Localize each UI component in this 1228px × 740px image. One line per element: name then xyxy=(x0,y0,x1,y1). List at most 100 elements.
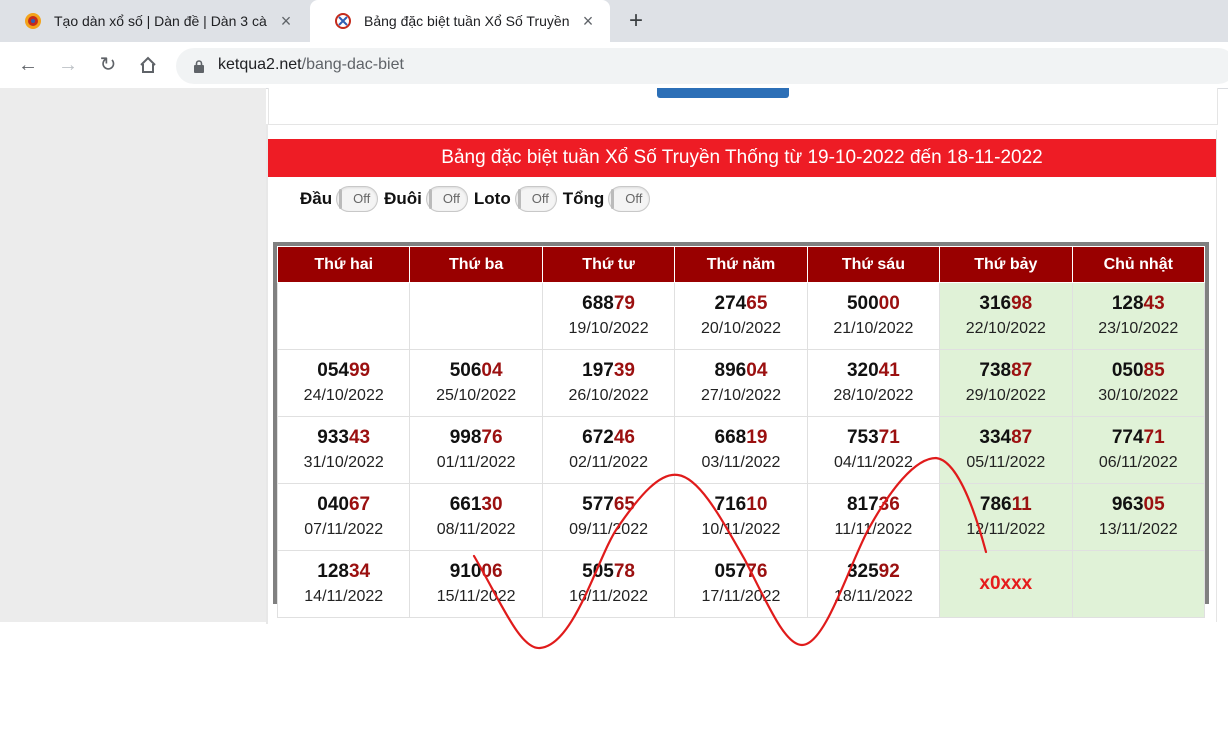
number-tail: 41 xyxy=(878,360,900,381)
draw-date: 24/10/2022 xyxy=(303,387,384,404)
result-cell: 93343 31/10/2022 xyxy=(276,416,411,484)
result-cell xyxy=(276,282,411,350)
draw-date: 14/11/2022 xyxy=(304,588,384,605)
draw-date: 07/11/2022 xyxy=(304,521,384,538)
number-head: 774 xyxy=(1111,427,1144,448)
number-tail: 99 xyxy=(348,360,371,381)
draw-date: 30/10/2022 xyxy=(1098,387,1179,404)
special-number: 33487 xyxy=(941,425,1070,451)
number-head: 500 xyxy=(846,293,879,314)
draw-date: 28/10/2022 xyxy=(833,387,914,404)
special-number: 75371 xyxy=(809,425,938,451)
pending-result: x0xxx xyxy=(979,573,1033,594)
result-cell: 89604 27/10/2022 xyxy=(674,349,808,417)
special-number: 32592 xyxy=(809,559,938,585)
result-cell: 66819 03/11/2022 xyxy=(674,416,808,484)
number-head: 128 xyxy=(1111,293,1144,314)
toggle-duoi-switch[interactable]: Off xyxy=(425,186,468,212)
toggle-label-tong: Tổng xyxy=(562,189,605,208)
new-tab-button[interactable]: + xyxy=(624,9,648,33)
result-cell: 50578 16/11/2022 xyxy=(541,550,676,618)
number-tail: 05 xyxy=(1143,494,1165,515)
result-cell: 32041 28/10/2022 xyxy=(806,349,941,417)
content-divider xyxy=(1216,130,1217,622)
tab-bang-dac-biet[interactable]: Bảng đặc biệt tuần Xổ Số Truyền × xyxy=(310,0,610,42)
draw-date: 29/10/2022 xyxy=(965,387,1046,404)
number-tail: 34 xyxy=(348,561,371,582)
number-tail: 06 xyxy=(481,561,503,582)
special-number: 66130 xyxy=(411,492,540,518)
special-number: 50604 xyxy=(411,358,540,384)
toggle-loto-switch[interactable]: Off xyxy=(514,186,557,212)
number-tail: 65 xyxy=(746,293,768,314)
result-cell: 68879 19/10/2022 xyxy=(541,282,676,350)
number-tail: 11 xyxy=(1011,494,1032,515)
draw-date: 23/10/2022 xyxy=(1098,320,1179,337)
page-title-banner: Bảng đặc biệt tuần Xổ Số Truyền Thống từ… xyxy=(268,139,1216,177)
number-head: 738 xyxy=(979,360,1012,381)
close-tab-icon[interactable]: × xyxy=(276,11,296,31)
result-cell: 27465 20/10/2022 xyxy=(674,282,808,350)
draw-date: 27/10/2022 xyxy=(700,387,782,404)
number-head: 753 xyxy=(846,427,879,448)
toggle-tong-switch[interactable]: Off xyxy=(608,186,651,212)
special-number: 96305 xyxy=(1074,492,1203,518)
draw-date: 26/10/2022 xyxy=(568,387,649,404)
tab-strip: Tạo dàn xổ số | Dàn đề | Dàn 3 cà × Bảng… xyxy=(0,0,1228,42)
blue-button[interactable] xyxy=(657,88,789,98)
draw-date: 20/10/2022 xyxy=(700,320,782,337)
number-tail: 30 xyxy=(481,494,503,515)
number-head: 197 xyxy=(582,360,614,381)
column-header: Chủ nhật xyxy=(1071,246,1206,283)
toggle-state: Off xyxy=(625,191,643,206)
result-cell: 96305 13/11/2022 xyxy=(1071,483,1206,551)
lock-icon xyxy=(194,60,204,73)
back-arrow-icon[interactable]: ← xyxy=(16,53,40,77)
special-number: 50578 xyxy=(544,559,673,585)
url-domain: ketqua2.net xyxy=(218,56,302,73)
draw-date: 15/11/2022 xyxy=(436,588,516,605)
forward-arrow-icon[interactable]: → xyxy=(56,53,80,77)
special-number: 05085 xyxy=(1074,358,1203,384)
number-tail: 04 xyxy=(481,360,503,381)
tab-tao-dan-xo-so[interactable]: Tạo dàn xổ số | Dàn đề | Dàn 3 cà × xyxy=(0,0,308,42)
close-tab-icon[interactable]: × xyxy=(578,11,598,31)
number-tail: 04 xyxy=(746,360,768,381)
draw-date: 02/11/2022 xyxy=(569,454,648,471)
special-number: 78611 xyxy=(941,492,1070,518)
url-path: /bang-dac-biet xyxy=(301,56,404,73)
switch-knob xyxy=(428,189,432,209)
result-cell: 77471 06/11/2022 xyxy=(1071,416,1206,484)
number-head: 274 xyxy=(714,293,747,314)
toggle-state: Off xyxy=(353,191,371,206)
result-cell: 12843 23/10/2022 xyxy=(1071,282,1206,350)
number-head: 040 xyxy=(317,494,349,515)
table-body: 68879 19/10/2022 27465 20/10/2022 50000 21/10… xyxy=(276,282,1206,618)
special-number: 32041 xyxy=(809,358,938,384)
column-header: Thứ năm xyxy=(674,246,808,283)
special-number: 67246 xyxy=(544,425,673,451)
number-tail: 71 xyxy=(1143,427,1165,448)
result-cell: 71610 10/11/2022 xyxy=(674,483,808,551)
number-head: 786 xyxy=(979,494,1012,515)
result-cell: 67246 02/11/2022 xyxy=(541,416,676,484)
number-tail: 65 xyxy=(613,494,635,515)
number-head: 661 xyxy=(449,494,482,515)
home-icon[interactable] xyxy=(136,53,160,77)
number-tail: 36 xyxy=(878,494,900,515)
draw-date: 21/10/2022 xyxy=(833,320,914,337)
result-cell xyxy=(409,282,543,350)
result-cell: 19739 26/10/2022 xyxy=(541,349,676,417)
special-number: 89604 xyxy=(676,358,805,384)
switch-knob xyxy=(517,189,521,209)
reload-icon[interactable]: ↻ xyxy=(96,53,120,77)
special-number: 71610 xyxy=(676,492,805,518)
special-number: 12843 xyxy=(1074,291,1203,317)
switch-knob xyxy=(611,189,615,209)
address-bar[interactable]: ketqua2.net/bang-dac-biet xyxy=(176,48,1228,84)
number-head: 668 xyxy=(714,427,747,448)
table-row: 05499 24/10/2022 50604 25/10/2022 19739 26/10… xyxy=(276,349,1206,417)
draw-date: 17/11/2022 xyxy=(701,588,781,605)
toggle-dau-switch[interactable]: Off xyxy=(336,186,379,212)
number-head: 896 xyxy=(714,360,747,381)
